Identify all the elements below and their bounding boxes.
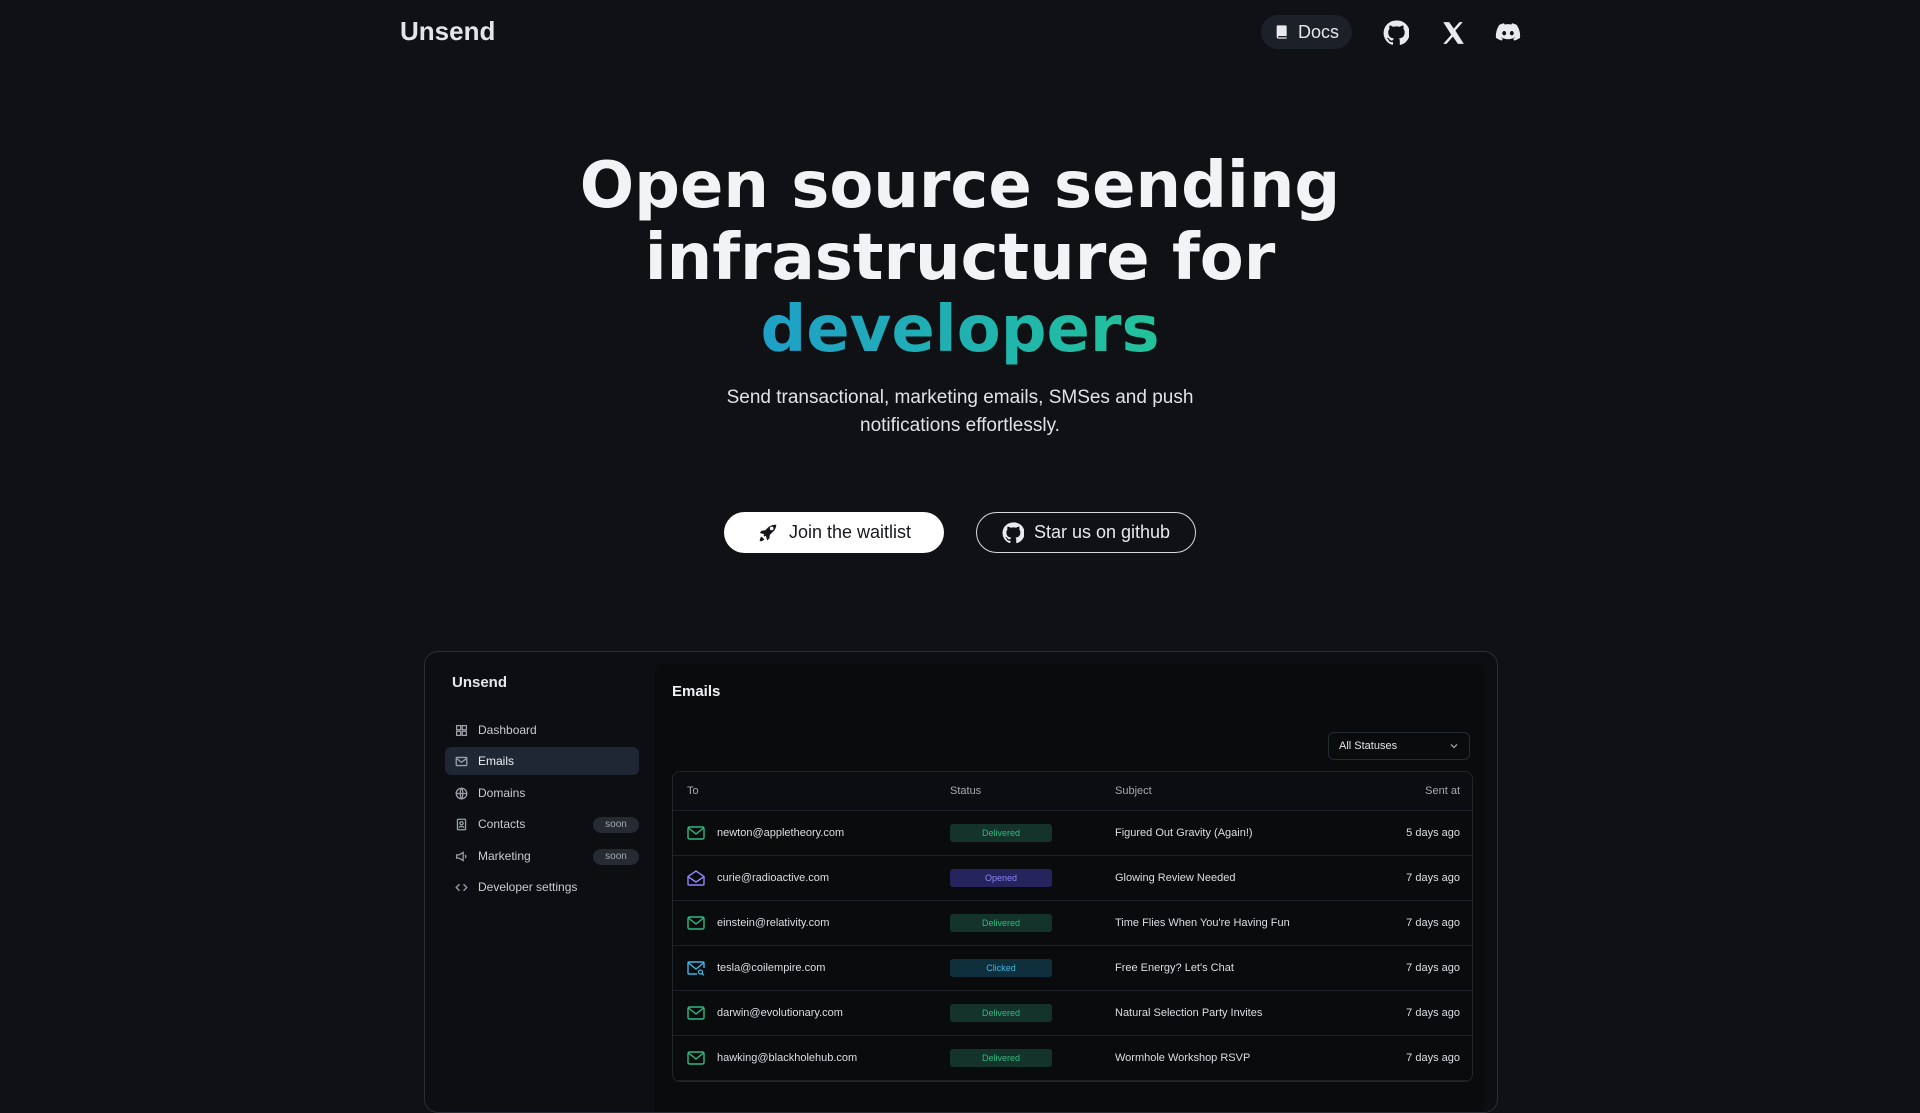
status-filter-select[interactable]: All Statuses [1328,732,1470,760]
sidebar-item-label: Contacts [478,817,526,831]
status-badge: Delivered [950,824,1052,842]
table-header-row: To Status Subject Sent at [673,772,1472,811]
sidebar-item-developer-settings[interactable]: Developer settings [445,873,639,901]
sidebar-item-emails[interactable]: Emails [445,747,639,775]
row-sent-at: 7 days ago [1406,1052,1460,1064]
star-github-label: Star us on github [1033,522,1171,542]
table-row[interactable]: einstein@relativity.com Delivered Time F… [673,901,1472,946]
mail-icon [687,1051,705,1065]
docs-label: Docs [1297,21,1339,42]
sidebar-item-dashboard[interactable]: Dashboard [445,716,639,744]
status-badge: Delivered [950,1049,1052,1067]
row-recipient: curie@radioactive.com [717,872,830,884]
row-recipient: tesla@coilempire.com [717,962,826,974]
mail-icon [455,756,468,766]
mail-icon [687,1006,705,1020]
discord-icon[interactable] [1495,20,1521,46]
column-header-sent-at: Sent at [1425,785,1460,797]
hero-section: Open source sending infrastructure for d… [0,150,1920,440]
rocket-icon [759,524,777,541]
code-icon [455,883,468,891]
hero-subtitle: Send transactional, marketing emails, SM… [726,387,1194,436]
app-sidebar: Unsend Dashboard Emails Domains Contacts… [425,652,653,1112]
column-header-to: To [687,785,699,797]
docs-button[interactable]: Docs [1261,15,1352,49]
hero-title-line1: Open source sending [579,149,1341,223]
app-preview: Unsend Dashboard Emails Domains Contacts… [424,651,1498,1113]
status-badge: Delivered [950,1004,1052,1022]
status-badge: Delivered [950,914,1052,932]
join-waitlist-label: Join the waitlist [788,522,912,542]
sidebar-item-label: Dashboard [478,723,537,737]
table-row[interactable]: tesla@coilempire.com Clicked Free Energy… [673,946,1472,991]
status-badge: Opened [950,869,1052,887]
status-badge: Clicked [950,959,1052,977]
row-recipient: einstein@relativity.com [717,917,830,929]
mail-icon [687,826,705,840]
table-row[interactable]: darwin@evolutionary.com Delivered Natura… [673,991,1472,1036]
sidebar-item-label: Domains [478,786,526,800]
sidebar-item-marketing[interactable]: Marketing soon [445,842,639,870]
top-nav: Unsend Docs [0,0,1920,64]
row-subject: Time Flies When You're Having Fun [1115,917,1290,929]
megaphone-icon [455,850,467,862]
page-title: Emails [672,683,721,700]
table-row[interactable]: hawking@blackholehub.com Delivered Wormh… [673,1036,1472,1081]
emails-panel: Emails All Statuses To Status Subject Se… [655,664,1484,1112]
row-recipient: darwin@evolutionary.com [717,1007,843,1019]
sidebar-item-label: Marketing [478,849,531,863]
hero-title-accent: developers [760,293,1160,367]
sidebar-item-label: Emails [478,754,515,768]
soon-badge: soon [593,849,639,865]
status-filter-value: All Statuses [1339,740,1398,752]
table-row[interactable]: curie@radioactive.com Opened Glowing Rev… [673,856,1472,901]
column-header-subject: Subject [1115,785,1152,797]
row-subject: Free Energy? Let's Chat [1115,962,1234,974]
row-sent-at: 7 days ago [1406,962,1460,974]
row-subject: Natural Selection Party Invites [1115,1007,1263,1019]
mail-icon [687,916,705,930]
row-subject: Wormhole Workshop RSVP [1115,1052,1251,1064]
sidebar-item-label: Developer settings [478,880,578,894]
globe-icon [455,787,468,799]
cta-group: Join the waitlist Star us on github [0,512,1920,553]
chevron-down-icon [1450,744,1458,749]
join-waitlist-button[interactable]: Join the waitlist [724,512,944,553]
mail-search-icon [687,961,705,976]
grid-icon [455,724,468,736]
github-icon [1002,521,1024,543]
emails-table: To Status Subject Sent at newton@appleth… [672,771,1473,1082]
row-sent-at: 7 days ago [1406,872,1460,884]
hero-title: Open source sending infrastructure for d… [0,150,1920,366]
hero-title-line2: infrastructure for [644,221,1276,295]
row-sent-at: 5 days ago [1406,827,1460,839]
row-subject: Glowing Review Needed [1115,872,1236,884]
row-sent-at: 7 days ago [1406,917,1460,929]
contact-book-icon [456,818,467,830]
mail-open-icon [687,870,705,886]
x-icon[interactable] [1440,20,1466,46]
row-recipient: hawking@blackholehub.com [717,1052,858,1064]
row-subject: Figured Out Gravity (Again!) [1115,827,1253,839]
table-row[interactable]: newton@appletheory.com Delivered Figured… [673,811,1472,856]
sidebar-item-domains[interactable]: Domains [445,779,639,807]
github-icon[interactable] [1383,20,1409,46]
brand-logo[interactable]: Unsend [400,16,495,47]
book-icon [1276,25,1287,39]
app-brand: Unsend [452,674,508,691]
soon-badge: soon [593,817,639,833]
row-recipient: newton@appletheory.com [717,827,845,839]
row-sent-at: 7 days ago [1406,1007,1460,1019]
sidebar-item-contacts[interactable]: Contacts soon [445,810,639,838]
column-header-status: Status [950,785,982,797]
star-github-button[interactable]: Star us on github [976,512,1196,553]
